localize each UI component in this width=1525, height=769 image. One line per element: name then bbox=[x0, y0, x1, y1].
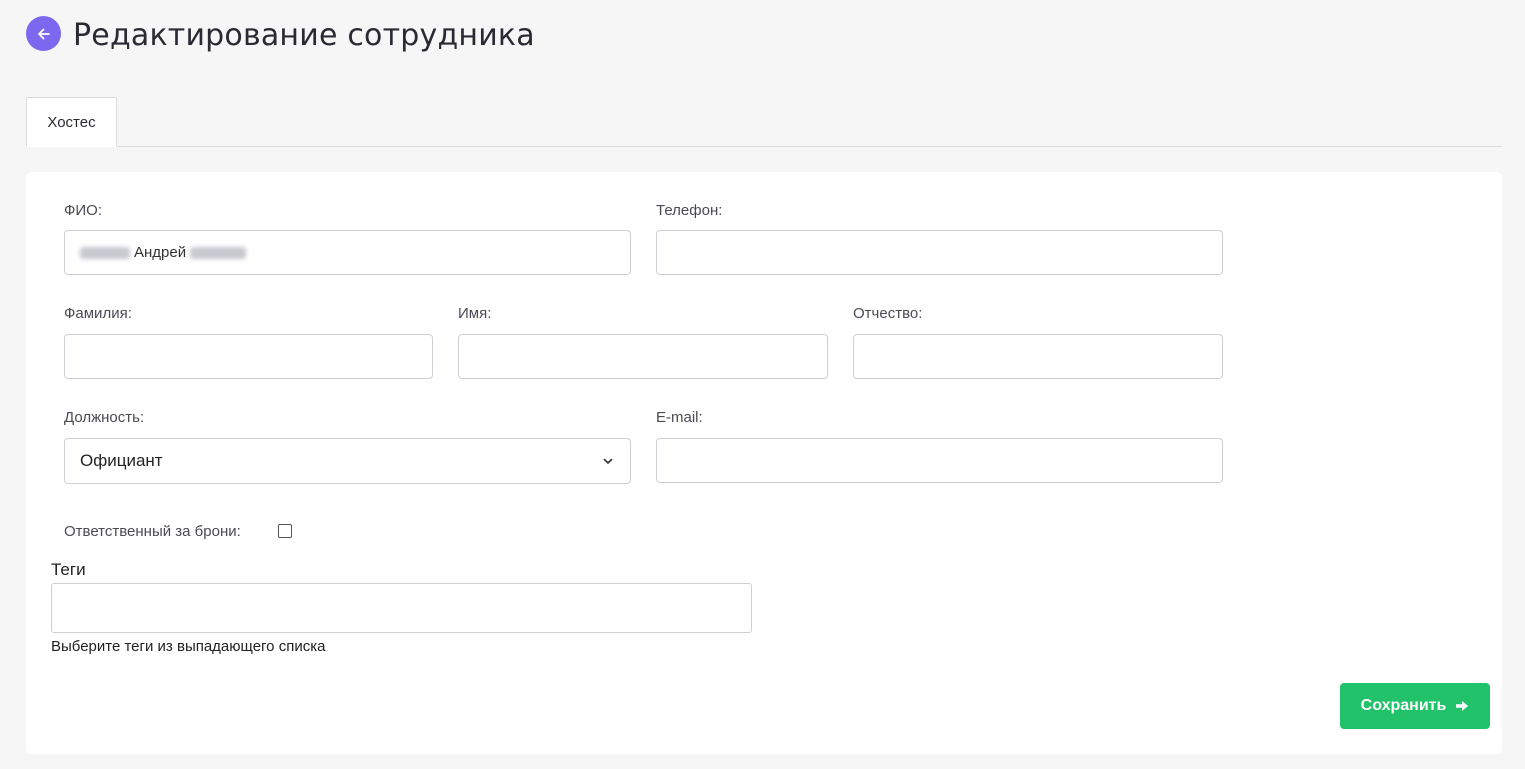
phone-input[interactable] bbox=[656, 230, 1223, 275]
save-button[interactable]: Сохранить bbox=[1340, 683, 1490, 729]
fio-input[interactable]: Андрей bbox=[64, 230, 631, 275]
back-button[interactable] bbox=[26, 16, 61, 51]
chevron-down-icon bbox=[603, 458, 613, 464]
position-label: Должность: bbox=[64, 409, 145, 426]
position-value: Официант bbox=[80, 451, 163, 470]
first-name-input[interactable] bbox=[458, 334, 828, 379]
phone-label: Телефон: bbox=[656, 202, 723, 219]
arrow-left-icon bbox=[37, 28, 50, 39]
patronymic-label: Отчество: bbox=[853, 305, 923, 322]
position-select[interactable]: Официант bbox=[64, 438, 631, 484]
redacted-surname bbox=[80, 246, 130, 259]
fio-label: ФИО: bbox=[64, 202, 103, 219]
patronymic-input[interactable] bbox=[853, 334, 1223, 379]
tabs-bar: Хостес bbox=[26, 97, 1502, 147]
fio-value: Андрей bbox=[134, 244, 187, 261]
redacted-patronymic bbox=[190, 246, 247, 259]
employee-form: ФИО: Андрей Телефон: Фамилия: Имя: Отчес… bbox=[26, 172, 1502, 754]
responsible-label: Ответственный за брони: bbox=[64, 523, 241, 540]
arrow-right-icon bbox=[1456, 701, 1469, 711]
tags-input[interactable] bbox=[51, 583, 752, 633]
email-input[interactable] bbox=[656, 438, 1223, 483]
last-name-label: Фамилия: bbox=[64, 305, 132, 322]
first-name-label: Имя: bbox=[458, 305, 492, 322]
tags-label: Теги bbox=[51, 560, 86, 579]
last-name-input[interactable] bbox=[64, 334, 433, 379]
page-title: Редактирование сотрудника bbox=[73, 18, 535, 53]
tags-hint: Выберите теги из выпадающего списка bbox=[51, 638, 326, 655]
email-label: E-mail: bbox=[656, 409, 703, 426]
responsible-checkbox[interactable] bbox=[278, 524, 292, 538]
tab-hostess[interactable]: Хостес bbox=[26, 97, 117, 147]
save-button-label: Сохранить bbox=[1360, 697, 1447, 714]
